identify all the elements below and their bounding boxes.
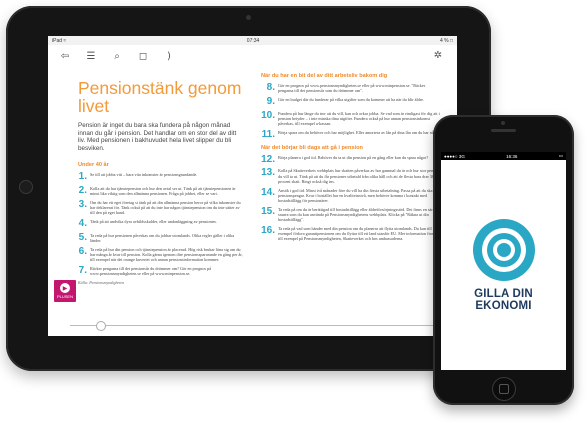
item-text: Ta reda på vad som händer med din pensio… (278, 226, 436, 242)
article-right-column: När du har en bit del av ditt arbetsliv … (261, 73, 441, 245)
settings-icon[interactable]: ✲ (431, 50, 445, 61)
section-heading-mid-career: När du har en bit del av ditt arbetsliv … (261, 73, 388, 79)
item-number: 12. (261, 153, 275, 165)
item-number: 2. (78, 184, 87, 196)
phone-speaker (491, 129, 516, 132)
audio-icon[interactable]: ) (162, 51, 176, 62)
list-item: 9. Gör en budget där du funderar på vilka… (261, 97, 441, 107)
phone-time: 16:36 (506, 153, 518, 159)
item-text: Ta reda på hur din pension och tjänstepe… (90, 246, 243, 263)
list-item: 2. Kolla att du har tjänstepension och hu… (78, 184, 243, 197)
reader-toolbar: ⇦ ☰ ⌕ ◻ ) ✲ (48, 45, 457, 67)
item-number: 10. (261, 109, 275, 121)
carrier-label: iPad ≈ (52, 37, 67, 44)
item-text: Tänk på att undvika dyra avbildsskulder,… (90, 219, 217, 225)
list-item: 11. Börja spara om du behöver och har möj… (261, 128, 441, 140)
section-heading-retirement: När det börjar bli dags att gå i pension (261, 144, 363, 151)
bookmark-icon[interactable]: ◻ (136, 51, 150, 62)
article-left-column: Pensionstänk genom livet Pension är inge… (78, 79, 243, 285)
search-icon[interactable]: ⌕ (110, 51, 124, 62)
phone-device: ●●●●○ 3G 16:36 ▭ GILLA DIN EKONOMI (433, 115, 574, 405)
item-number: 11. (261, 128, 275, 140)
splash-logo: GILLA DIN EKONOMI (441, 160, 566, 370)
item-text: Kolla på Skatteverkets webbplats hur ska… (278, 168, 441, 184)
tablet-side-button[interactable] (19, 180, 33, 194)
status-time: 07:34 (246, 37, 260, 44)
article-title: Pensionstänk genom livet (78, 78, 242, 116)
list-item: 10. Fundera på hur länge du tror att du v… (261, 109, 441, 127)
logo-line-1: GILLA DIN (474, 288, 533, 300)
item-number: 14. (261, 186, 275, 198)
article-intro: Pension är inget du bara ska fundera på … (78, 122, 237, 152)
item-text: Börja spara om du behöver och har möjlig… (278, 129, 441, 135)
item-text: Ansök i god tid. Minst två månader före … (278, 187, 438, 203)
item-text: Börja planera i god tid. Behöver du ta u… (278, 154, 429, 160)
section-heading-under-40: Under 40 år (78, 162, 109, 169)
plus-button[interactable]: ▶ PLUSEN (54, 280, 76, 302)
list-item: 8. Gör en prognos på www.pensionsmyndighe… (261, 82, 441, 94)
tablet-status-bar: iPad ≈ 07:34 4 % □ (48, 36, 457, 45)
home-button[interactable] (492, 377, 516, 401)
item-number: 15. (261, 205, 275, 217)
list-item: 12. Börja planera i god tid. Behöver du t… (261, 153, 441, 165)
page-slider[interactable] (70, 321, 435, 331)
list-item: 13. Kolla på Skatteverkets webbplats hur … (261, 168, 441, 184)
tablet-device: iPad ≈ 07:34 4 % □ ⇦ ☰ ⌕ ◻ ) ✲ Pensionst… (6, 6, 491, 371)
item-number: 9. (266, 96, 275, 107)
item-number: 6. (78, 245, 87, 257)
list-item: 16. Ta reda på vad som händer med din pen… (261, 226, 441, 242)
item-text: Ta reda på om du är berättigad till bost… (278, 206, 441, 223)
item-text: Räcker pengarna till det pensionsår du d… (90, 265, 212, 277)
play-icon: ▶ (60, 283, 70, 293)
list-item: 3. Om du har ett eget företag si tänk på … (78, 200, 243, 216)
list-item: 7. Räcker pengarna till det pensionsår du… (78, 264, 243, 277)
logo-line-2: EKONOMI (475, 300, 532, 312)
item-number: 8. (266, 82, 275, 93)
tablet-screen: iPad ≈ 07:34 4 % □ ⇦ ☰ ⌕ ◻ ) ✲ Pensionst… (48, 36, 457, 336)
item-number: 1. (78, 171, 87, 183)
phone-battery: ▭ (558, 153, 563, 158)
item-text: Gör en budget där du funderar på vilka u… (278, 97, 425, 102)
item-text: Se till att jobba vitt – bara vita inkom… (90, 172, 198, 178)
plus-button-label: PLUSEN (56, 294, 73, 299)
source-caption: Källa: Pensionsmyndigheten (78, 279, 125, 285)
item-text: Fundera på hur länge du tror att du vill… (278, 110, 440, 126)
item-number: 4. (78, 218, 87, 230)
phone-camera (501, 121, 505, 125)
list-item: 5. Ta reda på hur pensionen påverkas om d… (78, 231, 243, 243)
item-number: 7. (78, 264, 87, 276)
item-number: 13. (261, 167, 275, 179)
phone-status-bar: ●●●●○ 3G 16:36 ▭ (441, 152, 566, 160)
phone-screen: ●●●●○ 3G 16:36 ▭ GILLA DIN EKONOMI (441, 152, 566, 370)
item-number: 5. (78, 231, 87, 243)
item-text: Gör en prognos på www.pensionsmyndighete… (278, 83, 426, 94)
list-item: 14. Ansök i god tid. Minst två månader fö… (261, 186, 441, 204)
item-text: Om du har ett eget företag si tänk på at… (90, 199, 241, 216)
back-arrow-icon[interactable]: ⇦ (58, 51, 72, 62)
slider-handle[interactable] (96, 321, 106, 331)
battery-label: 4 % □ (439, 37, 453, 44)
list-item: 6. Ta reda på hur din pension och tjänste… (78, 245, 243, 263)
item-text: Ta reda på hur pensionen påverkas om du … (90, 232, 235, 243)
item-number: 16. (261, 225, 275, 236)
item-text: Kolla att du har tjänstepension och hur … (90, 185, 236, 197)
list-item: 1. Se till att jobba vitt – bara vita ink… (78, 172, 243, 182)
item-number: 3. (78, 198, 87, 210)
phone-carrier: ●●●●○ 3G (444, 153, 465, 159)
target-logo-icon (472, 219, 535, 281)
list-icon[interactable]: ☰ (84, 51, 98, 62)
tablet-camera (246, 15, 251, 20)
list-item: 4. Tänk på att undvika dyra avbildsskulde… (78, 219, 243, 229)
list-item: 15. Ta reda på om du är berättigad till b… (261, 205, 441, 223)
app-logo-text: GILLA DIN EKONOMI (474, 288, 533, 312)
